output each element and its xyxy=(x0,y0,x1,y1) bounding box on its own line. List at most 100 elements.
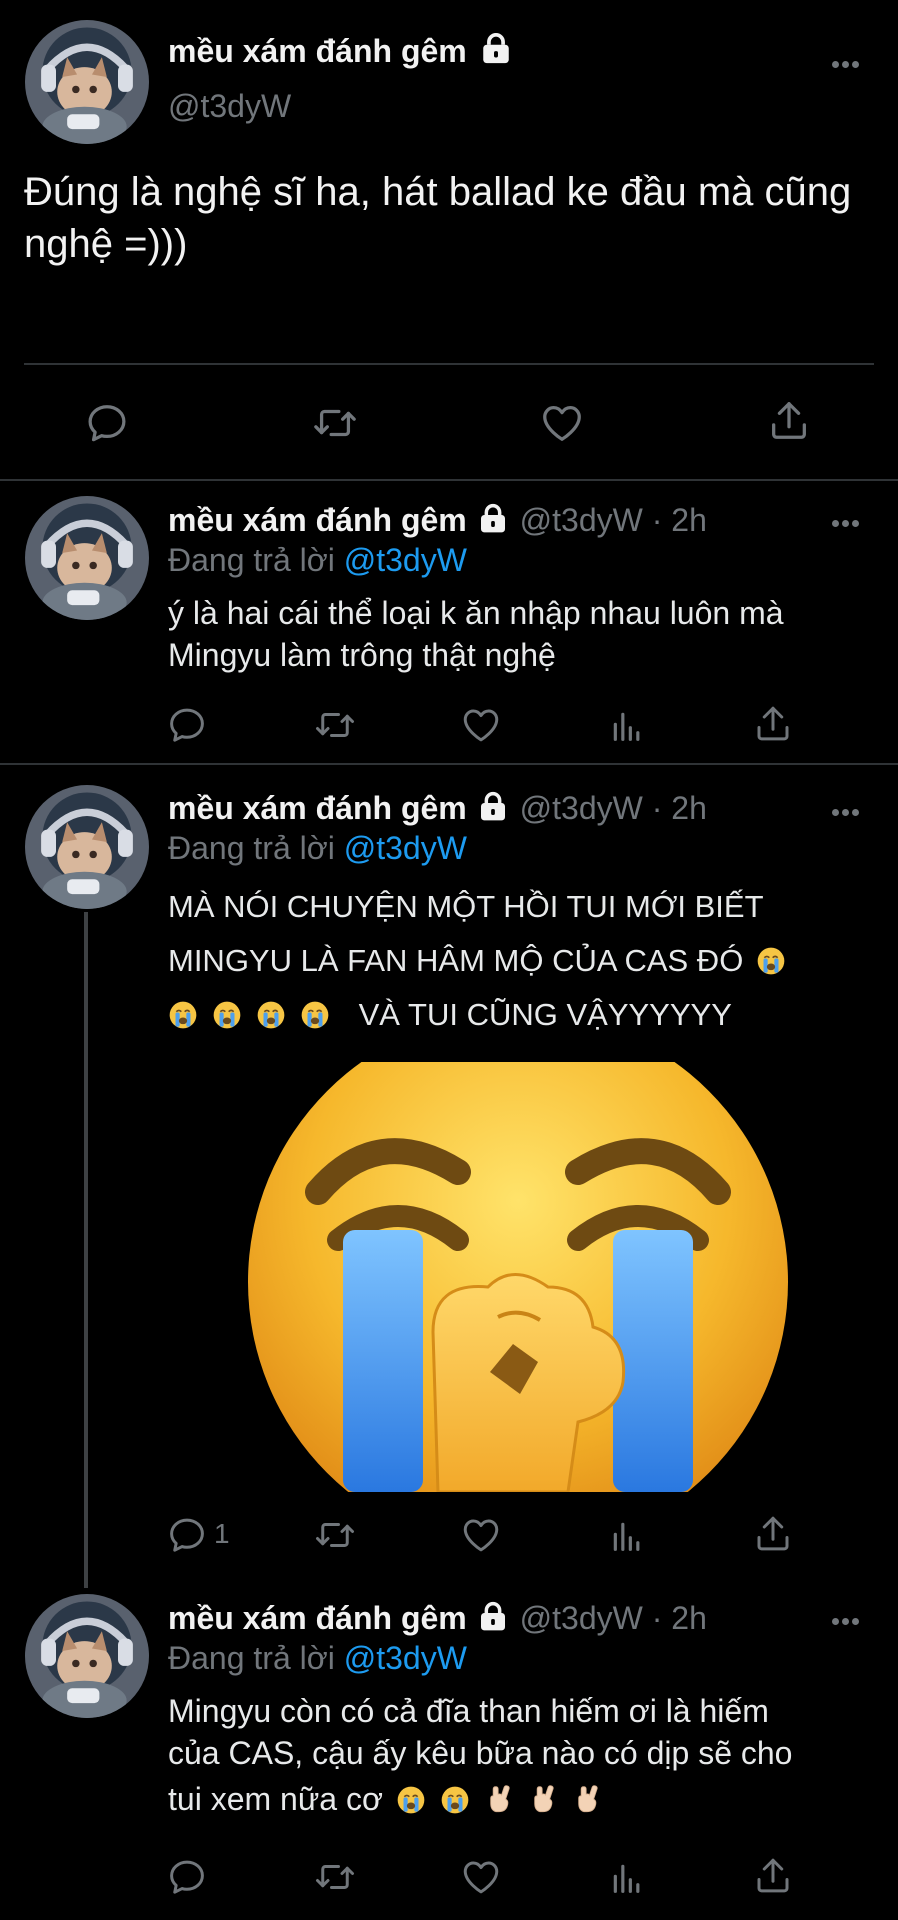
more-icon[interactable] xyxy=(832,514,864,527)
author-handle-time[interactable]: @t3dyW · 2h xyxy=(520,502,707,538)
reply-text: Mingyu còn có cả đĩa than hiếm ơi là hiế… xyxy=(168,1690,878,1820)
reply-text-line: Mingyu còn có cả đĩa than hiếm ơi là hiế… xyxy=(168,1693,769,1729)
lock-icon xyxy=(479,32,513,66)
reply-text-line: ý là hai cái thể loại k ăn nhập nhau luô… xyxy=(168,595,784,631)
author-name-row: mều xám đánh gêm xyxy=(168,32,513,70)
reply-text-segment: VÀ TUI CŨNG VẬYYYYYY xyxy=(358,997,732,1032)
author-handle-time[interactable]: @t3dyW · 2h xyxy=(520,1600,707,1636)
crossed-fingers-icon xyxy=(572,1785,602,1815)
reply-button[interactable] xyxy=(84,400,130,446)
loudly-crying-face-icon xyxy=(756,946,786,976)
replying-mention[interactable]: @t3dyW xyxy=(344,542,467,578)
reply-count: 1 xyxy=(214,1518,230,1549)
bar-chart-icon xyxy=(607,706,647,746)
replying-prefix: Đang trả lời xyxy=(168,830,335,866)
heart-icon xyxy=(460,1514,502,1556)
tweet-media[interactable] xyxy=(168,1062,868,1492)
inner-divider xyxy=(24,363,874,365)
loudly-crying-face-icon xyxy=(300,1000,330,1030)
lock-icon xyxy=(477,1601,509,1633)
divider xyxy=(0,763,898,765)
lock-icon xyxy=(477,503,509,535)
speech-bubble-icon xyxy=(166,1514,208,1556)
lock-icon xyxy=(477,791,509,823)
share-icon xyxy=(752,1855,794,1897)
author-handle[interactable]: @t3dyW xyxy=(168,88,291,125)
tweet-text-content: Đúng là nghệ sĩ ha, hát ballad ke đầu mà… xyxy=(24,170,852,266)
analytics-button[interactable] xyxy=(607,1516,647,1556)
like-button[interactable] xyxy=(460,1514,502,1556)
reply-text-line: VÀ TUI CŨNG VẬYYYYYY xyxy=(168,988,878,1042)
author-name[interactable]: mều xám đánh gêm xyxy=(168,790,467,826)
reply-header: mều xám đánh gêm @t3dyW · 2h xyxy=(168,790,707,827)
heart-icon xyxy=(538,400,586,446)
reply-text-line: của CAS, cậu ấy kêu bữa nào có dịp sẽ ch… xyxy=(168,1735,793,1771)
reply-text-line: tui xem nữa cơ xyxy=(168,1778,878,1820)
like-button[interactable] xyxy=(460,1856,502,1898)
reply-text-segment: MINGYU LÀ FAN HÂM MỘ CỦA CAS ĐÓ xyxy=(168,943,744,978)
retweet-icon xyxy=(310,400,360,446)
analytics-button[interactable] xyxy=(607,706,647,746)
replying-to: Đang trả lời @t3dyW xyxy=(168,1640,467,1677)
reply-header: mều xám đánh gêm @t3dyW · 2h xyxy=(168,502,707,539)
reply-button[interactable] xyxy=(166,1514,208,1556)
reply-header: mều xám đánh gêm @t3dyW · 2h xyxy=(168,1600,707,1637)
retweet-button[interactable] xyxy=(312,704,358,746)
share-icon xyxy=(766,398,812,444)
reply-button[interactable] xyxy=(166,704,208,746)
more-icon[interactable] xyxy=(832,1612,864,1625)
replying-prefix: Đang trả lời xyxy=(168,1640,335,1676)
reply-text: MÀ NÓI CHUYỆN MỘT HỒI TUI MỚI BIẾT MINGY… xyxy=(168,880,878,1042)
crossed-fingers-icon xyxy=(484,1785,514,1815)
author-name[interactable]: mều xám đánh gêm xyxy=(168,33,467,69)
avatar[interactable] xyxy=(25,20,149,144)
reply-text-segment: tui xem nữa cơ xyxy=(168,1781,383,1817)
share-button[interactable] xyxy=(752,1513,794,1555)
reply-button[interactable] xyxy=(166,1856,208,1898)
retweet-button[interactable] xyxy=(310,400,360,446)
retweet-button[interactable] xyxy=(312,1856,358,1898)
retweet-icon xyxy=(312,1514,358,1556)
author-name[interactable]: mều xám đánh gêm xyxy=(168,1600,467,1636)
replying-mention[interactable]: @t3dyW xyxy=(344,830,467,866)
speech-bubble-icon xyxy=(84,400,130,446)
tweet-text: Đúng là nghệ sĩ ha, hát ballad ke đầu mà… xyxy=(24,166,874,270)
author-name[interactable]: mều xám đánh gêm xyxy=(168,502,467,538)
share-button[interactable] xyxy=(752,1855,794,1897)
avatar[interactable] xyxy=(25,785,149,909)
analytics-button[interactable] xyxy=(607,1858,647,1898)
more-icon[interactable] xyxy=(832,803,864,816)
share-icon xyxy=(752,703,794,745)
loudly-crying-face-icon xyxy=(256,1000,286,1030)
share-button[interactable] xyxy=(766,398,812,444)
avatar[interactable] xyxy=(25,1594,149,1718)
reply-text-line: MÀ NÓI CHUYỆN MỘT HỒI TUI MỚI BIẾT xyxy=(168,889,764,924)
more-icon[interactable] xyxy=(832,55,864,68)
retweet-button[interactable] xyxy=(312,1514,358,1556)
like-button[interactable] xyxy=(538,400,586,446)
avatar[interactable] xyxy=(25,496,149,620)
reply-text-line: Mingyu làm trông thật nghệ xyxy=(168,637,556,673)
loudly-crying-face-icon xyxy=(212,1000,242,1030)
retweet-icon xyxy=(312,704,358,746)
replying-to: Đang trả lời @t3dyW xyxy=(168,542,467,579)
heart-icon xyxy=(460,1856,502,1898)
retweet-icon xyxy=(312,1856,358,1898)
share-button[interactable] xyxy=(752,703,794,745)
speech-bubble-icon xyxy=(166,1856,208,1898)
replying-prefix: Đang trả lời xyxy=(168,542,335,578)
reply-text-line: MINGYU LÀ FAN HÂM MỘ CỦA CAS ĐÓ xyxy=(168,934,878,988)
loudly-crying-face-icon xyxy=(396,1785,426,1815)
heart-icon xyxy=(460,704,502,746)
like-button[interactable] xyxy=(460,704,502,746)
replying-to: Đang trả lời @t3dyW xyxy=(168,830,467,867)
loudly-crying-face-icon xyxy=(248,1062,788,1492)
reply-text: ý là hai cái thể loại k ăn nhập nhau luô… xyxy=(168,592,868,676)
loudly-crying-face-icon xyxy=(440,1785,470,1815)
thread-line xyxy=(84,912,88,1588)
replying-mention[interactable]: @t3dyW xyxy=(344,1640,467,1676)
author-handle-time[interactable]: @t3dyW · 2h xyxy=(520,790,707,826)
speech-bubble-icon xyxy=(166,704,208,746)
share-icon xyxy=(752,1513,794,1555)
bar-chart-icon xyxy=(607,1858,647,1898)
